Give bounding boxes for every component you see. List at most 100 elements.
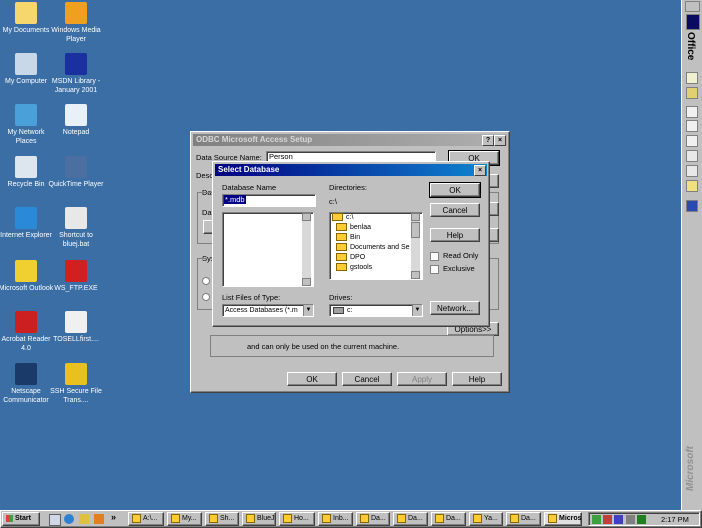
desktop-icon[interactable]: WS_FTP.EXE <box>48 260 104 293</box>
odbc-side-button-4[interactable] <box>489 228 499 242</box>
select-db-help-button[interactable]: Help <box>430 228 480 242</box>
directory-list-scrollbar[interactable] <box>411 213 420 279</box>
desktop-icon-label: SSH Secure File Trans.... <box>50 388 102 404</box>
system-db-radio[interactable] <box>202 293 210 301</box>
file-type-dropdown-icon[interactable]: ▼ <box>303 305 313 316</box>
exclusive-checkbox[interactable] <box>430 265 439 274</box>
desktop-icon[interactable]: Windows Media Player <box>48 2 104 44</box>
file-type-select[interactable]: Access Databases (*.m ▼ <box>222 304 314 317</box>
directory-item[interactable]: benlaa <box>330 223 422 233</box>
taskbar-app-icon <box>435 513 444 523</box>
clock[interactable]: 2:17 PM <box>661 514 689 526</box>
taskbar-button[interactable]: Da... <box>356 512 390 526</box>
quicklaunch-media-icon[interactable] <box>94 514 104 524</box>
office-contacts-icon[interactable] <box>686 150 698 162</box>
exclusive-label[interactable]: Exclusive <box>443 264 475 273</box>
taskbar-button[interactable]: Inb... <box>318 512 353 526</box>
taskbar-button[interactable]: Ya... <box>469 512 503 526</box>
quicklaunch-outlook-icon[interactable] <box>79 514 89 524</box>
office-bar-menu-icon[interactable] <box>685 1 700 12</box>
file-list-scrollbar[interactable] <box>302 213 311 286</box>
odbc-ok-button[interactable]: OK <box>287 372 337 386</box>
dir-scroll-up[interactable] <box>411 213 420 221</box>
directory-list[interactable]: c:\ benlaa Bin Documents and Se DPO gstools <box>329 212 423 280</box>
odbc-side-button-2[interactable] <box>489 174 499 188</box>
quicklaunch-ie-icon[interactable] <box>64 514 74 524</box>
database-file-list[interactable] <box>222 212 314 287</box>
office-open-doc-icon[interactable] <box>686 87 698 99</box>
select-db-close-button[interactable]: × <box>474 165 486 176</box>
drives-dropdown-icon[interactable]: ▼ <box>412 305 422 316</box>
network-button[interactable]: Network... <box>430 301 480 315</box>
directory-item[interactable]: Documents and Se <box>330 243 422 253</box>
desktop-icon[interactable]: My Computer <box>0 53 54 86</box>
odbc-help-button[interactable]: ? <box>482 135 494 146</box>
read-only-checkbox[interactable] <box>430 252 439 261</box>
file-list-scroll-up[interactable] <box>302 213 311 221</box>
directory-item-label: gstools <box>350 264 373 271</box>
system-none-radio[interactable] <box>202 277 210 285</box>
odbc-close-button[interactable]: × <box>494 135 506 146</box>
tray-icon-5[interactable] <box>637 515 646 524</box>
taskbar-button-label: Inb... <box>333 515 349 522</box>
tray-icon-3[interactable] <box>614 515 623 524</box>
taskbar-button[interactable]: Ho... <box>279 512 315 526</box>
taskbar-button[interactable]: My... <box>167 512 202 526</box>
office-tasks-icon[interactable] <box>686 120 698 132</box>
office-help-icon[interactable] <box>686 200 698 212</box>
directory-item[interactable]: c:\ <box>330 213 422 223</box>
office-logo-icon[interactable] <box>686 14 700 30</box>
tray-icon-1[interactable] <box>592 515 601 524</box>
desktop-icon[interactable]: Netscape Communicator <box>0 363 54 405</box>
system-tray: 2:17 PM <box>588 512 700 526</box>
desktop-icon[interactable]: Microsoft Outlook <box>0 260 54 293</box>
office-new-doc-icon[interactable] <box>686 72 698 84</box>
office-mail-icon[interactable] <box>686 106 698 118</box>
file-list-scroll-down[interactable] <box>302 278 311 286</box>
taskbar-button[interactable]: BlueJ <box>242 512 276 526</box>
list-files-type-label: List Files of Type: <box>222 293 281 302</box>
dir-scroll-thumb[interactable] <box>411 222 420 238</box>
desktop-icon-label: Notepad <box>62 129 90 136</box>
odbc-cancel-button[interactable]: Cancel <box>342 372 392 386</box>
desktop-icon[interactable]: My Documents <box>0 2 54 35</box>
desktop-icon[interactable]: Acrobat Reader 4.0 <box>0 311 54 353</box>
directory-item[interactable]: gstools <box>330 263 422 273</box>
office-note-icon[interactable] <box>686 180 698 192</box>
odbc-side-button-3[interactable] <box>489 202 499 216</box>
start-button[interactable]: Start <box>2 512 40 526</box>
select-db-ok-button[interactable]: OK <box>429 182 481 198</box>
drives-select[interactable]: c: ▼ <box>329 304 423 317</box>
taskbar-button[interactable]: Da... <box>393 512 428 526</box>
directory-item[interactable]: DPO <box>330 253 422 263</box>
desktop-icon[interactable]: Shortcut to bluej.bat <box>48 207 104 249</box>
desktop-icon[interactable]: My Network Places <box>0 104 54 146</box>
read-only-label[interactable]: Read Only <box>443 251 478 260</box>
quicklaunch-desktop-icon[interactable] <box>49 514 61 526</box>
dir-scroll-down[interactable] <box>411 271 420 279</box>
tray-icon-2[interactable] <box>603 515 612 524</box>
desktop-icon[interactable]: QuickTime Player <box>48 156 104 189</box>
odbc-help-bottom-button[interactable]: Help <box>452 372 502 386</box>
database-name-input[interactable]: *.mdb <box>222 194 316 207</box>
tray-volume-icon[interactable] <box>626 515 635 524</box>
desktop-icon[interactable]: MSDN Library - January 2001 <box>48 53 104 95</box>
computer-icon <box>15 53 37 75</box>
taskbar-button[interactable]: Sh... <box>205 512 239 526</box>
folder-icon <box>336 253 347 262</box>
odbc-apply-button[interactable]: Apply <box>397 372 447 386</box>
taskbar-button[interactable]: Micros... <box>544 512 582 526</box>
directory-item[interactable]: Bin <box>330 233 422 243</box>
taskbar-button[interactable]: A:\... <box>128 512 164 526</box>
office-check-icon[interactable] <box>686 135 698 147</box>
desktop-icon[interactable]: SSH Secure File Trans.... <box>48 363 104 405</box>
select-db-cancel-button[interactable]: Cancel <box>430 203 480 217</box>
taskbar-button[interactable]: Da... <box>431 512 466 526</box>
desktop-icon[interactable]: Notepad <box>48 104 104 137</box>
office-calendar-icon[interactable] <box>686 165 698 177</box>
desktop-icon[interactable]: Recycle Bin <box>0 156 54 189</box>
desktop-icon[interactable]: TOSELLfirst.... <box>48 311 104 344</box>
taskbar-button[interactable]: Da... <box>506 512 541 526</box>
quicklaunch-overflow[interactable]: » <box>111 512 116 522</box>
desktop-icon[interactable]: Internet Explorer <box>0 207 54 240</box>
